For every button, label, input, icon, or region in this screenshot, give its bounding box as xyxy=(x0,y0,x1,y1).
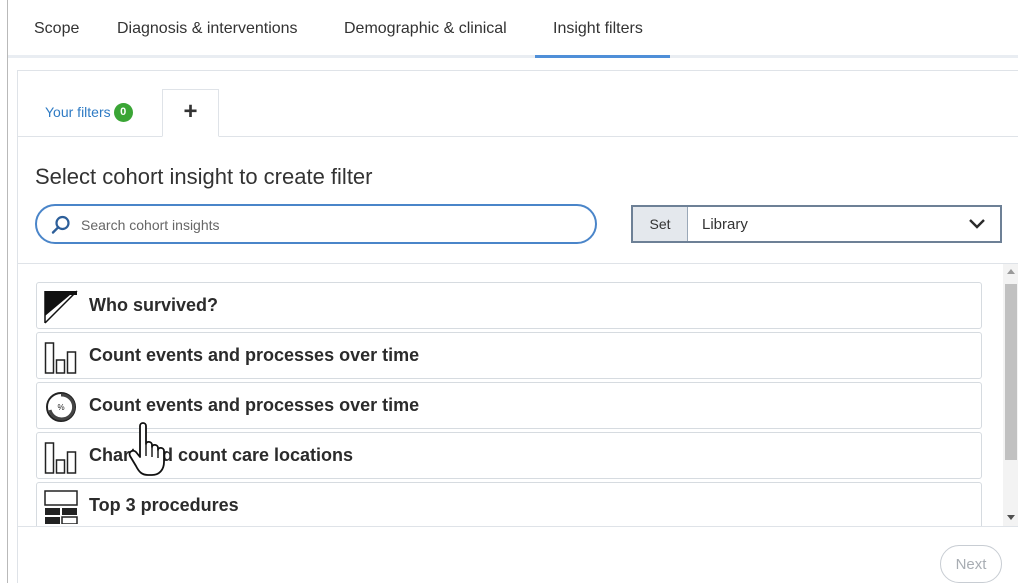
filter-count-badge: 0 xyxy=(113,103,133,122)
list-divider-bottom xyxy=(18,526,1018,527)
list-item-label: Count events and processes over time xyxy=(89,345,420,365)
list-item-top-procedures[interactable]: Top 3 procedures xyxy=(36,482,982,526)
svg-text:%: % xyxy=(57,403,64,412)
top-tab-bar: Scope Diagnosis & interventions Demograp… xyxy=(8,0,1018,58)
table-layout-icon xyxy=(44,490,78,524)
list-item-care-locations[interactable]: Chart and count care locations xyxy=(36,432,982,479)
bar-chart-icon xyxy=(44,442,77,474)
window-border xyxy=(7,0,8,583)
your-filters-label: Your filters xyxy=(45,104,111,121)
tab-your-filters[interactable]: Your filters 0 xyxy=(45,103,133,123)
list-item-label: Top 3 procedures xyxy=(89,495,239,515)
search-icon xyxy=(51,215,70,234)
set-value: Library xyxy=(702,216,748,233)
page-title: Select cohort insight to create filter xyxy=(35,164,373,189)
list-item-who-survived[interactable]: Who survived? xyxy=(36,282,982,329)
hand-cursor-icon xyxy=(128,422,165,476)
scroll-down-icon[interactable] xyxy=(1007,515,1015,520)
list-item-count-events[interactable]: Count events and processes over time xyxy=(36,332,982,379)
tab-diagnosis-interventions[interactable]: Diagnosis & interventions xyxy=(117,20,298,38)
search-input[interactable] xyxy=(79,214,563,236)
add-filter-tab[interactable]: + xyxy=(162,89,219,137)
chevron-down-icon[interactable] xyxy=(968,217,986,231)
insight-list: Who survived? Count events and processes… xyxy=(18,264,1002,526)
tab-scope[interactable]: Scope xyxy=(34,20,79,38)
list-item-label: Count events and processes over time xyxy=(89,395,420,415)
bar-chart-icon xyxy=(44,342,77,374)
scrollbar-thumb[interactable] xyxy=(1005,284,1017,460)
scroll-up-icon[interactable] xyxy=(1007,269,1015,274)
next-button[interactable]: Next xyxy=(940,545,1002,583)
active-tab-indicator xyxy=(535,55,670,58)
tab-demographic-clinical[interactable]: Demographic & clinical xyxy=(344,20,507,38)
list-item-label: Who survived? xyxy=(89,295,219,315)
survival-curve-icon xyxy=(44,290,78,324)
tab-insight-filters[interactable]: Insight filters xyxy=(553,20,643,38)
set-select[interactable]: Set Library xyxy=(631,205,1002,243)
set-label: Set xyxy=(633,207,688,241)
search-box[interactable] xyxy=(35,204,597,244)
list-item-count-events-percent[interactable]: % Count events and processes over time xyxy=(36,382,982,429)
percent-ring-icon: % xyxy=(46,392,76,422)
list-scrollbar[interactable] xyxy=(1003,264,1018,526)
